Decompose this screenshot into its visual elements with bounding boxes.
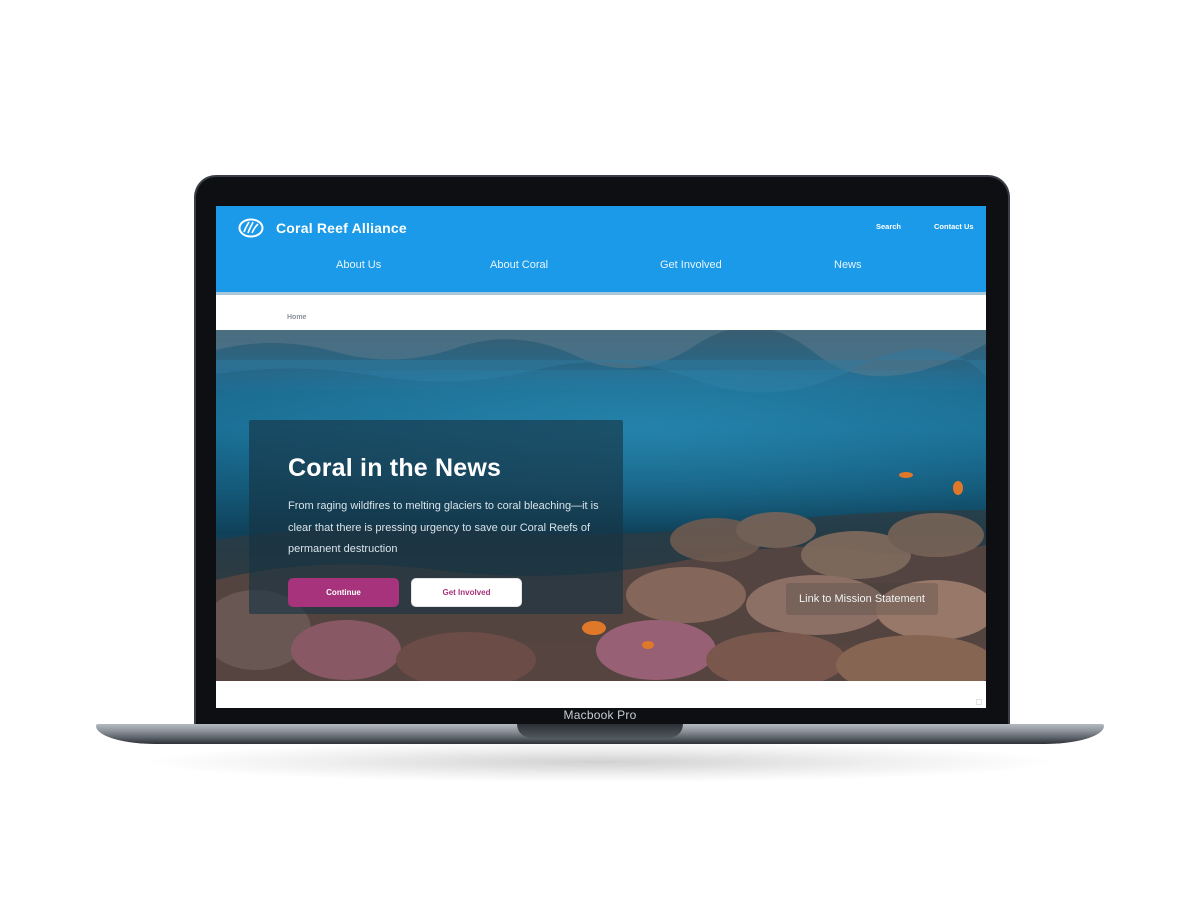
continue-button[interactable]: Continue [288, 578, 399, 607]
mockup-stage: Macbook Pro Coral Reef Alliance Search C… [0, 0, 1200, 900]
brand-logo[interactable]: Coral Reef Alliance [238, 216, 407, 240]
coral-logo-icon [238, 218, 264, 238]
nav-item-about-us[interactable]: About Us [336, 259, 381, 271]
hero-banner: Coral in the News From raging wildfires … [216, 330, 986, 681]
hero-title: Coral in the News [288, 454, 502, 482]
mission-statement-link[interactable]: Link to Mission Statement [786, 583, 938, 615]
page-content-area [216, 681, 986, 708]
nav-item-about-coral[interactable]: About Coral [490, 259, 548, 271]
breadcrumb-home[interactable]: Home [287, 314, 306, 321]
nav-item-get-involved[interactable]: Get Involved [660, 259, 722, 271]
laptop-screen: Coral Reef Alliance Search Contact Us Ab… [216, 206, 986, 708]
scroll-marker [976, 699, 982, 705]
hero-body-text: From raging wildfires to melting glacier… [288, 500, 599, 555]
brand-name: Coral Reef Alliance [276, 220, 407, 236]
contact-us-link[interactable]: Contact Us [934, 222, 974, 231]
nav-item-news[interactable]: News [834, 259, 862, 271]
laptop-shadow [150, 742, 1050, 782]
get-involved-button[interactable]: Get Involved [411, 578, 522, 607]
hero-content-card: Coral in the News From raging wildfires … [249, 420, 623, 614]
device-label: Macbook Pro [563, 708, 637, 722]
laptop-notch [517, 724, 683, 738]
site-header: Coral Reef Alliance Search Contact Us Ab… [216, 206, 986, 295]
search-link[interactable]: Search [876, 222, 901, 231]
